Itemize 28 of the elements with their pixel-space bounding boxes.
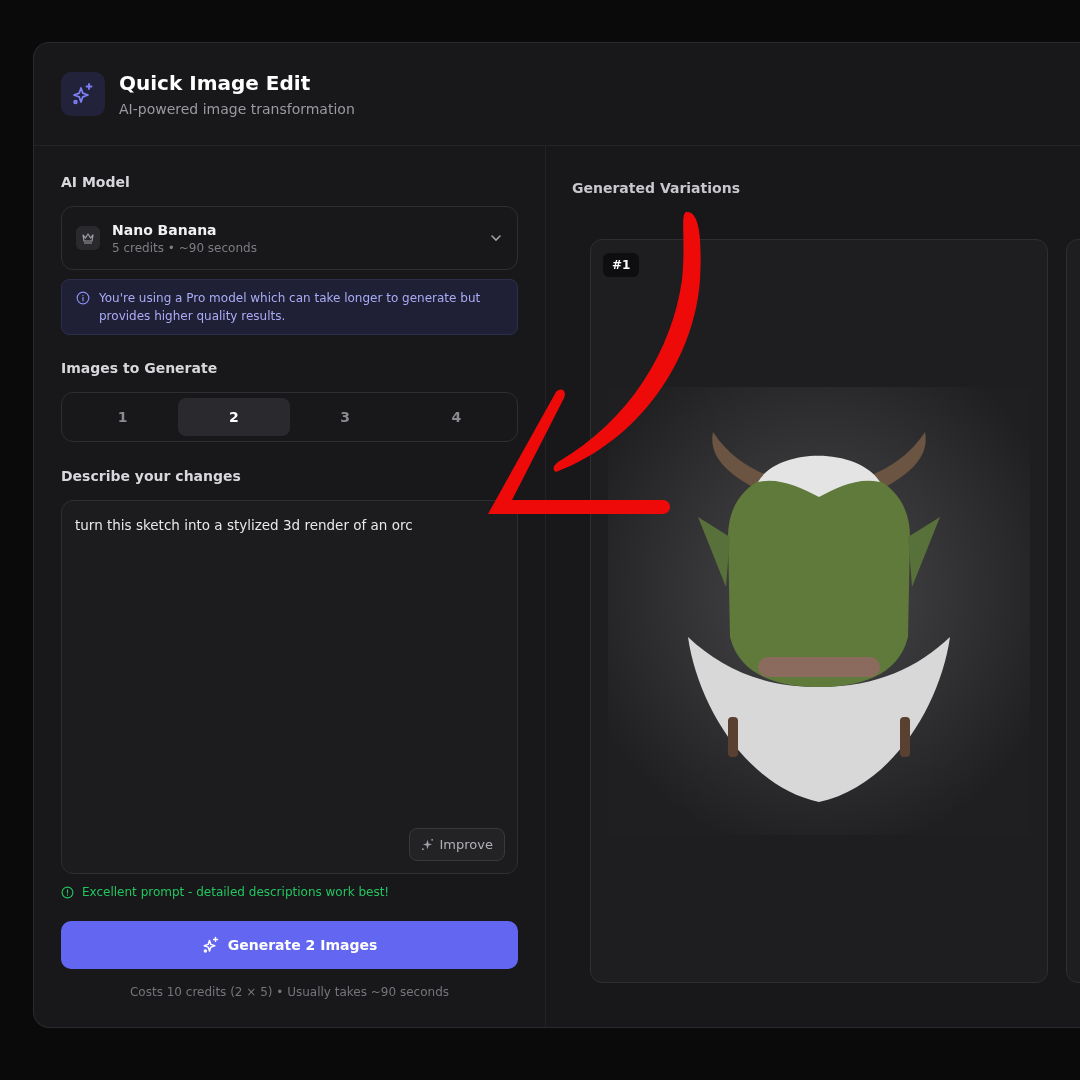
section-label: Images to Generate [61,360,219,376]
app-subtitle: AI-powered image transformation [119,101,355,117]
variation-number: #1 [603,253,640,277]
sparkle-icon [61,72,105,116]
notice-text: You're using a Pro model which can take longer to generate but provides higher quality results. [99,290,482,325]
cost-note: Costs 10 credits (2 × 5) • Usually takes ~90 seconds [129,985,450,999]
count-option[interactable]: 2 [178,398,290,436]
sparkle-icon [201,936,220,954]
generate-button[interactable]: Generate 2 Images [61,921,518,969]
count-option[interactable]: 4 [400,398,512,436]
count-option[interactable]: 3 [289,398,401,436]
model-name: Nano Banana [112,221,218,238]
info-icon [61,885,74,899]
section-label: Describe your changes [61,468,242,484]
prompt-field[interactable]: turn this sketch into a stylized 3d render of an orc Improve [61,500,518,874]
model-details: 5 credits • ~90 seconds [112,240,258,255]
sparkle-icon [420,838,434,851]
app-title: Quick Image Edit [119,71,312,95]
info-icon [76,291,90,305]
variation-card[interactable]: #1 [590,239,1048,983]
crown-icon [76,226,100,250]
improve-button[interactable]: Improve [408,828,505,861]
section-label: Generated Variations [572,180,741,196]
prompt-hint: Excellent prompt - detailed descriptions work best! [82,885,390,899]
section-label: AI Model [61,174,131,190]
prompt-text: turn this sketch into a stylized 3d render of an orc [75,517,414,533]
model-dropdown[interactable]: Nano Banana 5 credits • ~90 seconds [61,206,518,270]
count-option[interactable]: 1 [67,398,179,436]
